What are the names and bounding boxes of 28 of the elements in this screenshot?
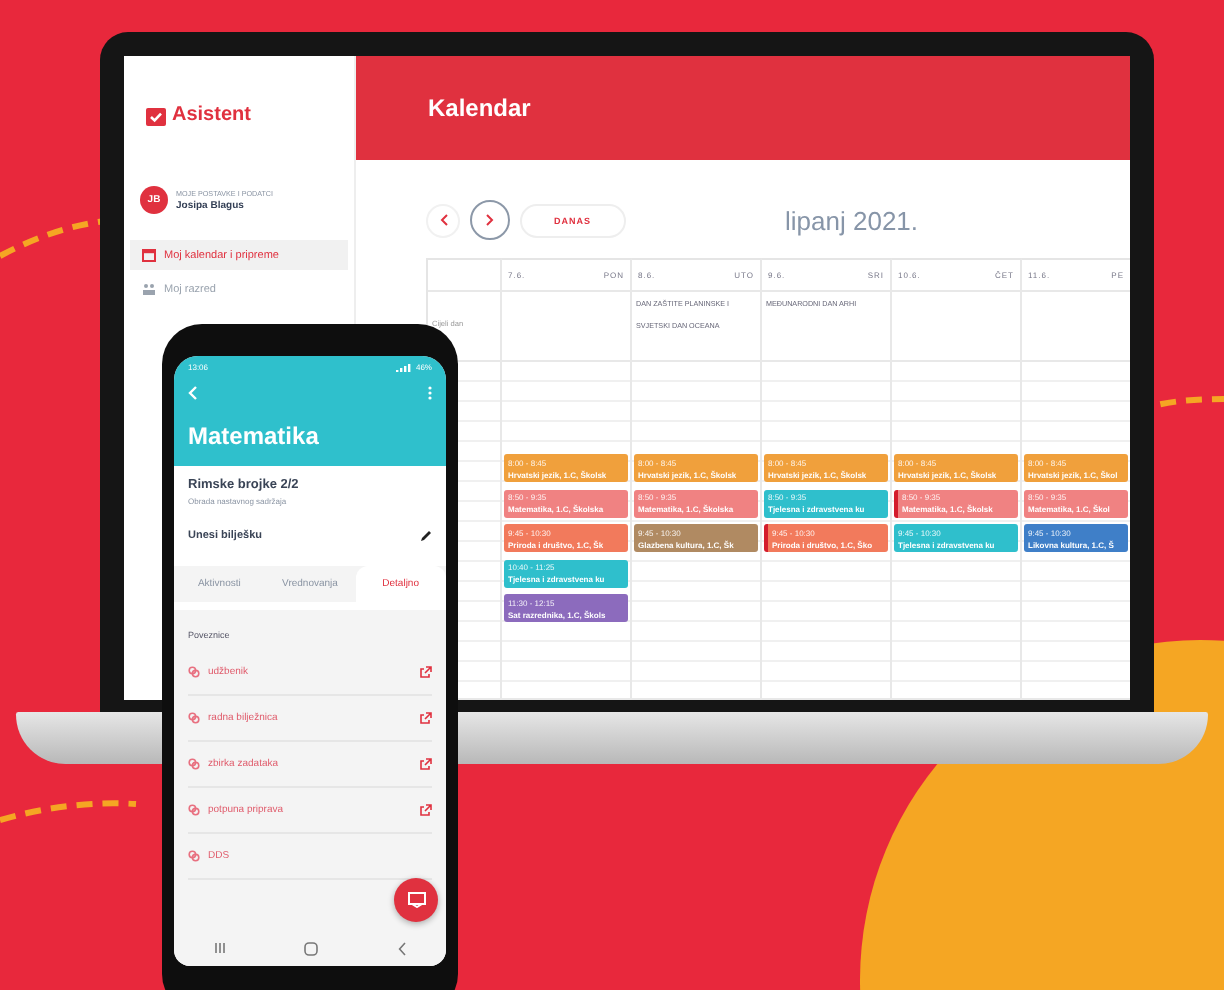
calendar-check-icon: [146, 105, 166, 125]
signal-icon: [395, 363, 412, 371]
previous-button[interactable]: [426, 203, 460, 237]
message-icon: [407, 892, 425, 908]
next-button[interactable]: [470, 200, 510, 240]
back-icon[interactable]: [398, 941, 407, 955]
external-link-icon[interactable]: [420, 712, 432, 724]
link-icon: [188, 758, 200, 770]
group-icon: [142, 282, 156, 296]
month-title: lipanj 2021.: [785, 205, 919, 235]
link-icon: [188, 850, 200, 862]
dashed-curve: [0, 796, 140, 824]
chevron-right-icon: [486, 214, 494, 226]
external-link-icon[interactable]: [420, 666, 432, 678]
screen-title: Matematika: [188, 422, 321, 450]
message-button[interactable]: [394, 878, 438, 922]
chevron-left-icon: [439, 214, 447, 226]
app-logo: Asistent: [172, 104, 251, 126]
page-title: Kalendar: [428, 94, 531, 122]
pencil-icon[interactable]: [420, 530, 432, 542]
external-link-icon[interactable]: [420, 804, 432, 816]
home-icon[interactable]: [304, 941, 319, 955]
calendar-icon: [142, 248, 156, 262]
link-icon: [188, 712, 200, 724]
link-icon: [188, 804, 200, 816]
recent-apps-icon[interactable]: [213, 942, 226, 954]
link-icon: [188, 666, 200, 678]
external-link-icon[interactable]: [420, 758, 432, 770]
